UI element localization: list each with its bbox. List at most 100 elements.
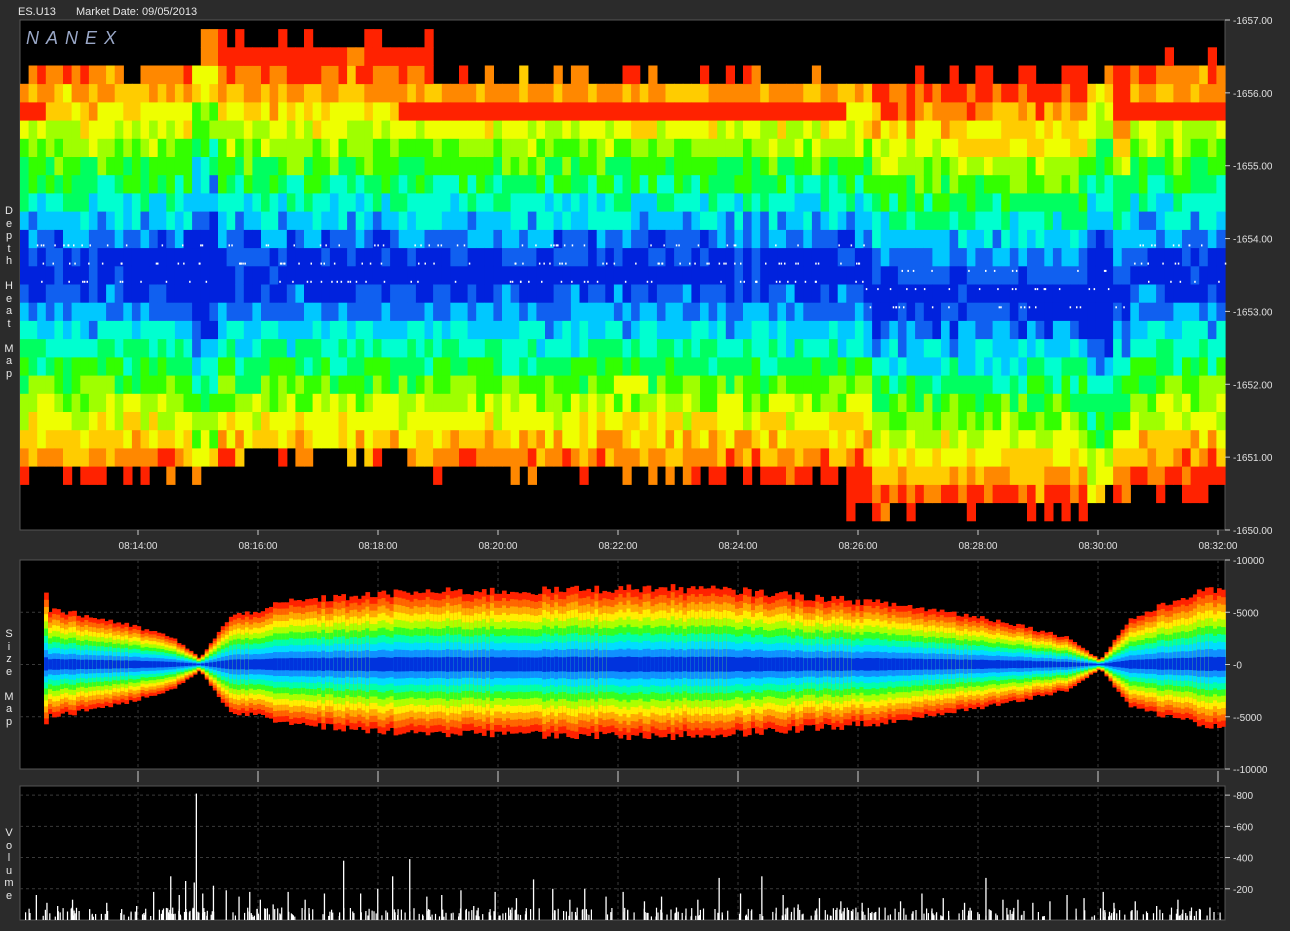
trade-mark [726, 244, 729, 247]
depth-cell [829, 375, 839, 394]
depth-cell [820, 448, 830, 467]
depth-cell [545, 393, 555, 412]
depth-cell [975, 357, 985, 376]
depth-cell [1130, 429, 1140, 449]
depth-cell [484, 357, 494, 376]
depth-cell [648, 302, 658, 321]
depth-cell [1009, 375, 1019, 394]
depth-cell [768, 357, 778, 376]
depth-cell [407, 83, 417, 103]
depth-cell [209, 265, 219, 285]
depth-cell [140, 338, 150, 358]
depth-cell [88, 448, 99, 467]
depth-cell [570, 65, 581, 85]
trade-mark [1123, 306, 1125, 309]
depth-cell [700, 284, 710, 303]
depth-cell [63, 284, 73, 303]
depth-cell [880, 156, 890, 176]
depth-cell [545, 448, 555, 467]
depth-cell [355, 357, 365, 376]
trade-mark [850, 244, 853, 247]
depth-cell [467, 193, 477, 212]
depth-cell [975, 247, 985, 267]
depth-cell [20, 120, 30, 139]
depth-cell [1070, 174, 1080, 194]
depth-cell [923, 393, 933, 412]
size-band [64, 659, 69, 670]
depth-cell [596, 448, 606, 467]
depth-cell [80, 284, 90, 303]
depth-cell [837, 448, 847, 467]
depth-cell [958, 357, 968, 376]
size-band [156, 661, 162, 668]
depth-cell [811, 65, 822, 85]
depth-cell [97, 83, 107, 103]
depth-cell [596, 138, 606, 157]
depth-cell [562, 448, 572, 467]
depth-cell [1173, 174, 1183, 194]
depth-cell [846, 211, 856, 230]
depth-cell [54, 83, 64, 103]
depth-cell [209, 29, 219, 48]
depth-cell [484, 211, 494, 230]
depth-cell [97, 229, 107, 249]
depth-cell [28, 284, 38, 303]
depth-cell [700, 265, 710, 285]
depth-cell [407, 156, 417, 176]
depth-cell [252, 320, 262, 340]
depth-cell [140, 102, 150, 121]
depth-cell [906, 411, 916, 431]
depth-cell [648, 429, 658, 449]
depth-cell [811, 102, 822, 121]
depth-cell [932, 484, 942, 504]
depth-cell [553, 65, 563, 85]
size-band [84, 659, 89, 670]
depth-cell [226, 120, 236, 139]
depth-cell [484, 284, 494, 303]
depth-cell [1182, 284, 1192, 303]
depth-cell [493, 448, 503, 467]
trade-mark [923, 288, 926, 291]
depth-cell [691, 156, 701, 176]
depth-cell [631, 393, 641, 412]
depth-cell [174, 138, 185, 157]
depth-cell [123, 320, 133, 340]
depth-cell [114, 284, 124, 303]
depth-cell [691, 211, 701, 230]
depth-cell [1078, 502, 1088, 522]
depth-cell [1035, 448, 1045, 467]
depth-cell [493, 156, 503, 176]
depth-cell [1207, 357, 1217, 376]
trade-mark [1036, 288, 1039, 291]
depth-cell [1070, 138, 1080, 157]
depth-cell [588, 211, 598, 230]
depth-cell [803, 393, 813, 412]
depth-cell [854, 484, 865, 504]
depth-cell [218, 211, 228, 230]
depth-cell [932, 83, 942, 103]
trade-mark [862, 280, 864, 283]
depth-cell [200, 393, 210, 412]
depth-cell [140, 83, 150, 103]
depth-cell [20, 411, 30, 431]
depth-cell [915, 193, 925, 212]
depth-cell [768, 174, 778, 194]
depth-cell [20, 156, 30, 176]
depth-cell [329, 156, 340, 176]
size-band [236, 659, 242, 670]
depth-cell [906, 174, 916, 194]
depth-cell [975, 302, 985, 321]
depth-cell [1044, 83, 1054, 103]
trade-mark [333, 262, 336, 265]
depth-cell [71, 411, 81, 431]
depth-cell [1147, 65, 1157, 85]
trade-mark [1077, 269, 1079, 272]
depth-cell [1216, 375, 1226, 394]
depth-cell [71, 247, 81, 267]
trade-mark [778, 262, 780, 265]
depth-cell [975, 265, 985, 285]
trade-mark [1093, 288, 1096, 291]
depth-cell [811, 138, 822, 157]
depth-cell [372, 448, 383, 467]
depth-cell [1087, 193, 1097, 212]
